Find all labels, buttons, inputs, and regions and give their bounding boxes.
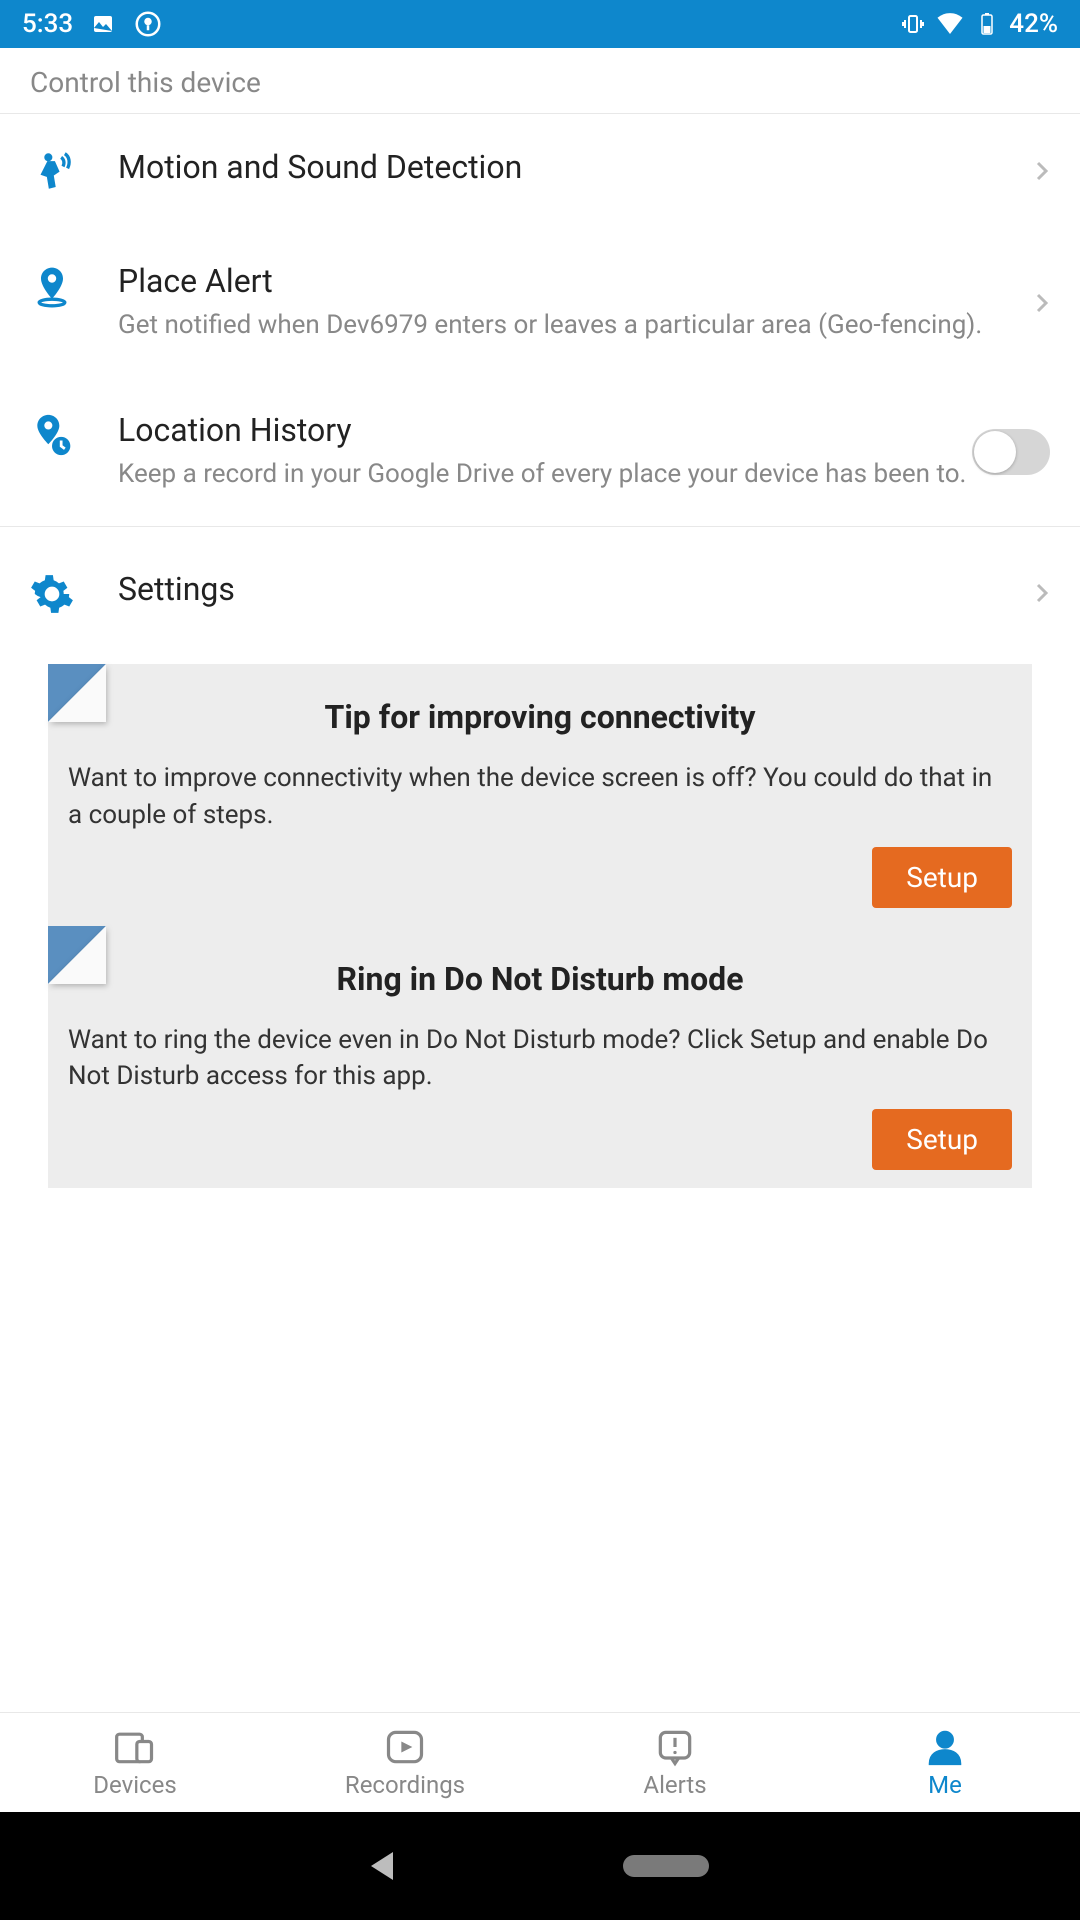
fold-corner-icon bbox=[48, 926, 106, 984]
home-pill-icon[interactable] bbox=[623, 1855, 709, 1877]
row-title: Location History bbox=[118, 411, 990, 449]
card-title: Tip for improving connectivity bbox=[68, 698, 1012, 736]
row-title: Motion and Sound Detection bbox=[118, 148, 990, 186]
devices-icon bbox=[113, 1727, 157, 1767]
row-settings[interactable]: Settings bbox=[0, 536, 1080, 650]
tip-card-connectivity: Tip for improving connectivity Want to i… bbox=[48, 664, 1032, 926]
section-header: Control this device bbox=[0, 48, 1080, 114]
section-header-label: Control this device bbox=[30, 66, 261, 99]
tip-card-dnd: Ring in Do Not Disturb mode Want to ring… bbox=[48, 926, 1032, 1188]
location-status-icon bbox=[133, 9, 163, 39]
back-triangle-icon[interactable] bbox=[371, 1852, 393, 1880]
nav-alerts[interactable]: Alerts bbox=[540, 1713, 810, 1812]
chevron-right-icon bbox=[1030, 291, 1054, 315]
row-title: Place Alert bbox=[118, 262, 990, 300]
wifi-icon bbox=[935, 9, 965, 39]
status-clock: 5:33 bbox=[22, 9, 73, 39]
fold-corner-icon bbox=[48, 664, 106, 722]
nav-devices[interactable]: Devices bbox=[0, 1713, 270, 1812]
card-body: Want to ring the device even in Do Not D… bbox=[68, 1022, 1012, 1095]
place-pin-icon bbox=[30, 264, 74, 308]
gear-icon bbox=[30, 572, 74, 616]
card-body: Want to improve connectivity when the de… bbox=[68, 760, 1012, 833]
alerts-icon bbox=[653, 1727, 697, 1767]
play-icon bbox=[383, 1727, 427, 1767]
nav-label: Me bbox=[928, 1771, 962, 1799]
gallery-icon bbox=[91, 12, 115, 36]
divider bbox=[0, 526, 1080, 536]
toggle-knob bbox=[974, 431, 1016, 473]
vibrate-icon bbox=[901, 12, 925, 36]
row-motion-sound[interactable]: Motion and Sound Detection bbox=[0, 114, 1080, 228]
row-title: Settings bbox=[118, 570, 990, 608]
bottom-nav: Devices Recordings Alerts Me bbox=[0, 1712, 1080, 1812]
row-subtitle: Get notified when Dev6979 enters or leav… bbox=[118, 308, 990, 343]
nav-label: Alerts bbox=[643, 1771, 706, 1799]
setup-connectivity-button[interactable]: Setup bbox=[872, 847, 1012, 908]
row-place-alert[interactable]: Place Alert Get notified when Dev6979 en… bbox=[0, 228, 1080, 377]
nav-label: Recordings bbox=[345, 1771, 465, 1799]
row-subtitle: Keep a record in your Google Drive of ev… bbox=[118, 457, 990, 492]
nav-recordings[interactable]: Recordings bbox=[270, 1713, 540, 1812]
card-title: Ring in Do Not Disturb mode bbox=[68, 960, 1012, 998]
person-icon bbox=[923, 1727, 967, 1767]
chevron-right-icon bbox=[1030, 159, 1054, 183]
motion-icon bbox=[30, 150, 74, 194]
system-nav-bar bbox=[0, 1812, 1080, 1920]
status-bar: 5:33 42% bbox=[0, 0, 1080, 48]
nav-me[interactable]: Me bbox=[810, 1713, 1080, 1812]
status-battery: 42% bbox=[1009, 9, 1058, 39]
location-history-toggle[interactable] bbox=[972, 429, 1050, 475]
row-location-history[interactable]: Location History Keep a record in your G… bbox=[0, 377, 1080, 526]
setup-dnd-button[interactable]: Setup bbox=[872, 1109, 1012, 1170]
nav-label: Devices bbox=[93, 1771, 176, 1799]
location-history-icon bbox=[30, 413, 74, 457]
chevron-right-icon bbox=[1030, 581, 1054, 605]
battery-icon bbox=[975, 12, 999, 36]
